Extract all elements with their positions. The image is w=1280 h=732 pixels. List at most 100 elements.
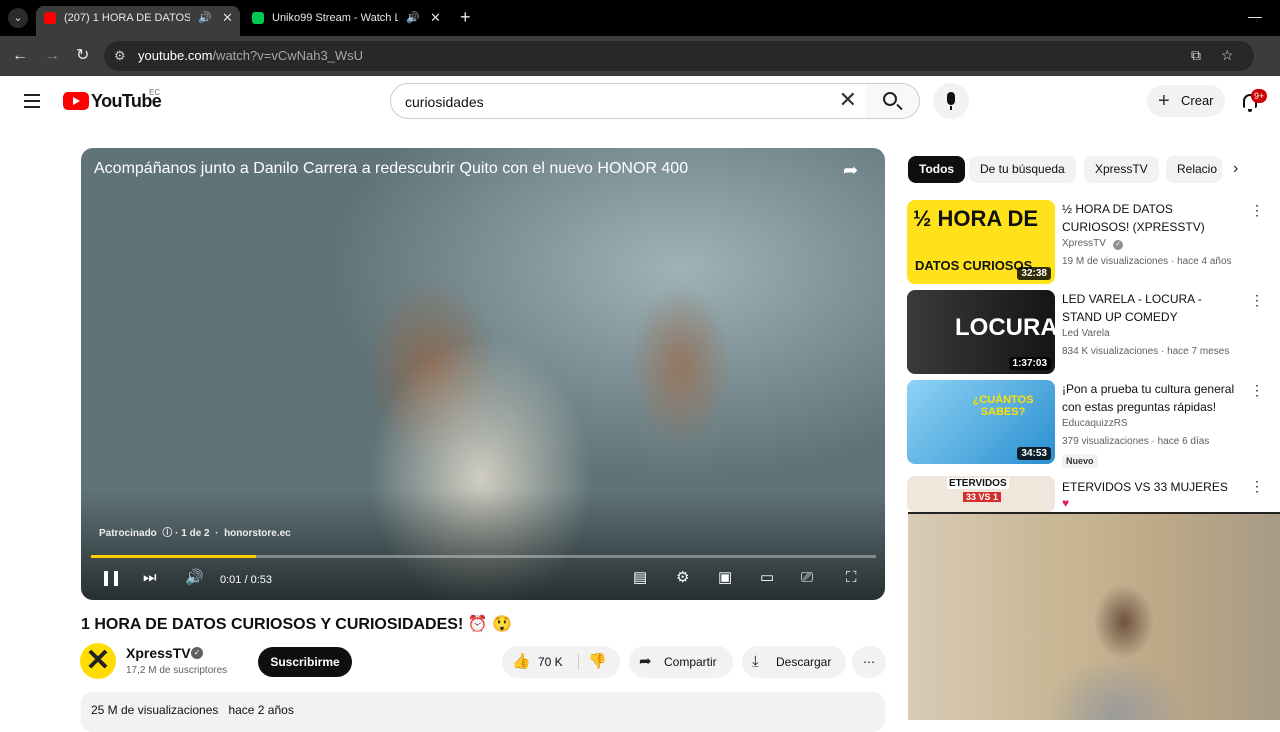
site-info-icon[interactable]: ⚙ (114, 48, 126, 64)
view-count: 25 M de visualizaciones (91, 703, 219, 717)
plus-icon: + (1158, 90, 1170, 112)
recommendation-item[interactable]: ½ HORA DE DATOS CURIOSOS 32:38 ½ HORA DE… (907, 200, 1277, 284)
ad-title[interactable]: Acompáñanos junto a Danilo Carrera a red… (94, 160, 688, 178)
more-options-icon[interactable]: ⋮ (1250, 478, 1264, 495)
description-box[interactable]: 25 M de visualizaciones hace 2 años (81, 692, 885, 732)
create-label: Crear (1181, 93, 1214, 108)
recommendation-channel[interactable]: XpressTV (1062, 238, 1106, 249)
like-count[interactable]: 70 K (538, 646, 563, 678)
youtube-logo-icon[interactable] (63, 92, 89, 110)
recommendation-channel[interactable]: Led Varela (1062, 328, 1110, 339)
video-player[interactable]: Acompáñanos junto a Danilo Carrera a red… (81, 148, 885, 600)
chip-de-tu-busqueda[interactable]: De tu búsqueda (969, 156, 1076, 183)
ad-site[interactable]: honorstore.ec (224, 528, 291, 539)
youtube-header: YouTube EC curiosidades ✕ + Crear 9+ (0, 76, 1280, 128)
miniplayer-icon[interactable]: ▣ (718, 570, 732, 586)
recommendation-title[interactable]: ETERVIDOS VS 33 MUJERES (1062, 478, 1242, 496)
recommendation-item[interactable]: ¿CUÁNTOS SABES? 34:53 ¡Pon a prueba tu c… (907, 380, 1277, 468)
reload-icon[interactable]: ↻ (76, 46, 89, 66)
search-button[interactable] (866, 83, 920, 119)
install-app-icon[interactable]: ⧉ (1191, 47, 1201, 64)
volume-icon[interactable]: 🔊 (185, 570, 204, 586)
video-thumbnail[interactable]: ETERVIDOS 33 VS 1 (907, 476, 1055, 512)
menu-icon[interactable] (24, 94, 40, 108)
recommendation-channel[interactable]: EducaquizzRS (1062, 418, 1128, 429)
tab-title: Uniko99 Stream - Watch Liv (272, 12, 398, 24)
address-bar[interactable]: ⚙ youtube.com/watch?v=vCwNah3_WsU ⧉ ☆ (104, 41, 1254, 71)
video-title: 1 HORA DE DATOS CURIOSOS Y CURIOSIDADES!… (81, 616, 513, 633)
video-thumbnail[interactable]: LOCURA 1:37:03 (907, 290, 1055, 374)
next-icon[interactable]: ⏭ (143, 570, 157, 586)
chip-todos[interactable]: Todos (908, 156, 966, 183)
channel-name[interactable]: XpressTV (126, 645, 191, 661)
more-actions-button[interactable]: ⋯ (852, 646, 886, 678)
channel-avatar[interactable]: ✕ (80, 643, 116, 679)
download-icon: ⤓ (752, 653, 759, 670)
info-icon[interactable]: ⓘ · (160, 528, 182, 539)
browser-tab-uniko[interactable]: Uniko99 Stream - Watch Liv 🔊 ✕ (244, 6, 448, 36)
subtitles-icon[interactable]: ▤ (633, 570, 647, 586)
thumbs-down-icon[interactable]: 👎 (588, 646, 607, 678)
more-options-icon[interactable]: ⋮ (1250, 202, 1264, 219)
recommendation-item[interactable]: LOCURA 1:37:03 LED VARELA - LOCURA - STA… (907, 290, 1277, 374)
download-label: Descargar (776, 655, 832, 669)
sponsor-label: Patrocinado (99, 528, 157, 539)
recommendation-stats: 379 visualizaciones · hace 6 días (1062, 436, 1210, 447)
progress-bar[interactable] (91, 555, 876, 558)
settings-gear-icon[interactable]: ⚙ (676, 570, 689, 586)
share-button[interactable]: ➦ Compartir (629, 646, 733, 678)
back-arrow-icon[interactable]: ← (12, 46, 28, 66)
chip-relacionados[interactable]: Relacio (1166, 156, 1222, 183)
download-button[interactable]: ⤓ Descargar (742, 646, 846, 678)
more-options-icon[interactable]: ⋮ (1250, 382, 1264, 399)
like-dislike-group: 👍 70 K 👎 (502, 646, 620, 678)
recommendation-title[interactable]: ½ HORA DE DATOS CURIOSOS! (XPRESSTV) (1062, 200, 1242, 236)
new-tab-button[interactable]: + (460, 8, 471, 26)
duration-badge: 34:53 (1017, 447, 1051, 460)
duration-badge: 32:38 (1017, 267, 1051, 280)
browser-tab-youtube[interactable]: (207) 1 HORA DE DATOS CU 🔊 ✕ (36, 6, 240, 36)
chip-xpresstv[interactable]: XpressTV (1084, 156, 1159, 183)
microphone-icon (947, 92, 955, 110)
notifications-badge: 9+ (1251, 89, 1268, 103)
video-thumbnail[interactable]: ¿CUÁNTOS SABES? 34:53 (907, 380, 1055, 464)
theater-mode-icon[interactable]: ▭ (760, 570, 774, 586)
share-icon: ➦ (639, 653, 652, 670)
more-options-icon[interactable]: ⋮ (1250, 292, 1264, 309)
speaker-icon[interactable]: 🔊 (406, 6, 420, 30)
recommendation-title[interactable]: ¡Pon a prueba tu cultura general con est… (1062, 380, 1242, 416)
minimize-window-button[interactable]: — (1248, 8, 1262, 24)
subscribe-button[interactable]: Suscribirme (258, 647, 352, 677)
close-tab-icon[interactable]: ✕ (430, 6, 441, 30)
recommendation-item[interactable]: ETERVIDOS 33 VS 1 ETERVIDOS VS 33 MUJERE… (907, 476, 1277, 512)
heart-icon: ♥ (1062, 496, 1070, 510)
clear-search-icon[interactable]: ✕ (839, 89, 857, 111)
new-badge: Nuevo (1062, 454, 1098, 468)
url-text: youtube.com/watch?v=vCwNah3_WsU (138, 48, 364, 63)
recommendation-stats: 19 M de visualizaciones · hace 4 años (1062, 256, 1232, 267)
create-button[interactable]: + Crear (1147, 85, 1225, 117)
fullscreen-icon[interactable]: ⛶ (846, 570, 857, 586)
thumbs-up-icon[interactable]: 👍 (512, 646, 531, 678)
voice-search-button[interactable] (933, 83, 969, 119)
recommendation-title[interactable]: LED VARELA - LOCURA - STAND UP COMEDY (1062, 290, 1242, 326)
cast-icon[interactable]: ⎚ (801, 570, 813, 586)
speaker-icon[interactable]: 🔊 (198, 6, 212, 30)
tab-search-button[interactable]: ⌄ (8, 8, 28, 28)
verified-check-icon: ✓ (1113, 240, 1123, 250)
kick-favicon-icon (252, 12, 264, 24)
thumbnail-text: ½ HORA DE (913, 206, 1039, 231)
forward-arrow-icon[interactable]: → (44, 46, 60, 66)
tab-title: (207) 1 HORA DE DATOS CU (64, 12, 190, 24)
share-arrow-icon[interactable]: ➦ (843, 160, 858, 181)
bookmark-star-icon[interactable]: ☆ (1221, 47, 1234, 64)
share-label: Compartir (664, 655, 717, 669)
recommendation-stats: 834 K visualizaciones · hace 7 meses (1062, 346, 1230, 357)
pause-icon[interactable] (104, 571, 118, 586)
thumbnail-text: LOCURA (955, 314, 1055, 341)
search-input[interactable]: curiosidades ✕ (390, 83, 868, 119)
video-thumbnail[interactable]: ½ HORA DE DATOS CURIOSOS 32:38 (907, 200, 1055, 284)
close-tab-icon[interactable]: ✕ (222, 6, 233, 30)
subscriber-count: 17,2 M de suscriptores (126, 665, 228, 676)
chevron-right-icon[interactable]: › (1233, 160, 1238, 178)
